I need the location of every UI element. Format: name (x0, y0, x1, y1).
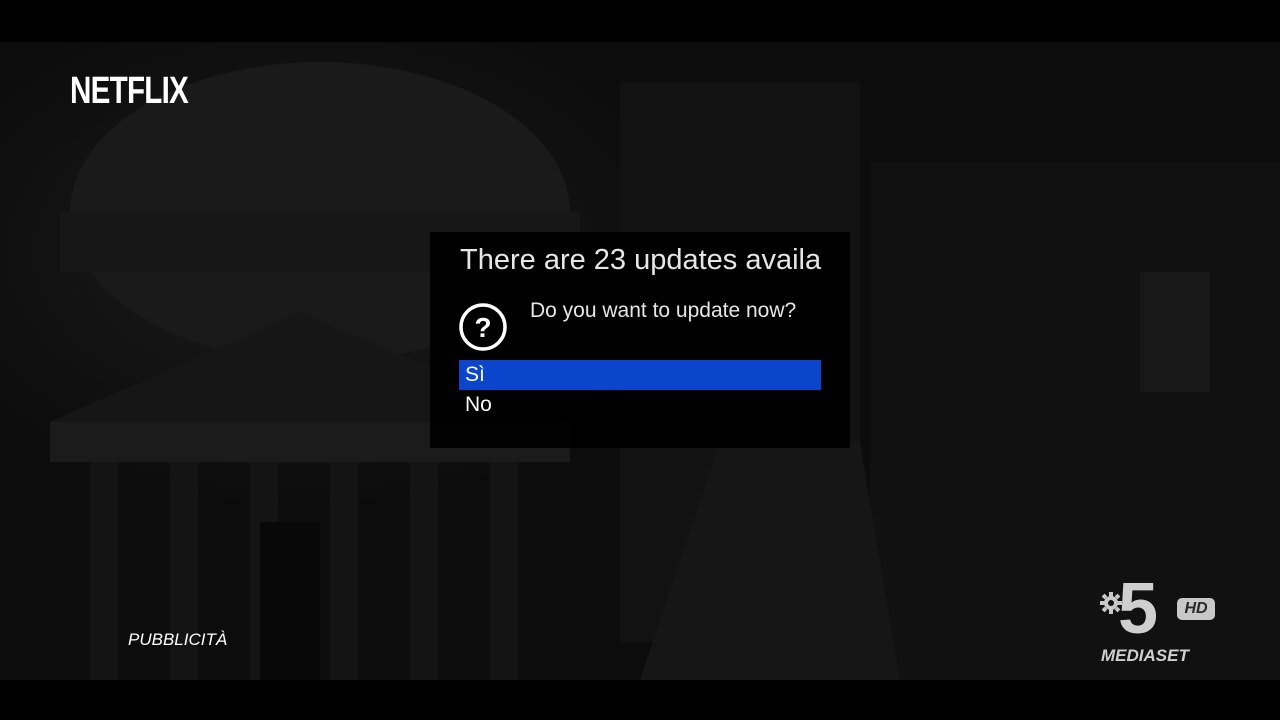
channel-logo: 5 HD MEDIASET (1098, 573, 1228, 672)
channel-number: 5 (1118, 569, 1170, 649)
option-yes[interactable]: Sì (459, 360, 821, 390)
channel-name: MEDIASET (1101, 646, 1189, 665)
update-dialog: There are 23 updates availa ? Do you wan… (430, 232, 850, 448)
channel-number-text: 5 (1118, 569, 1159, 649)
svg-text:?: ? (474, 312, 491, 343)
question-circle-icon: ? (459, 303, 507, 351)
netflix-logo: NETFLIX (70, 70, 189, 112)
dialog-title: There are 23 updates availa (460, 244, 822, 276)
letterbox-bottom (0, 680, 1280, 720)
dialog-message: Do you want to update now? (530, 299, 797, 322)
hd-badge: HD (1177, 598, 1215, 620)
advertisement-label: PUBBLICITÀ (128, 630, 228, 649)
option-no[interactable]: No (459, 390, 821, 420)
letterbox-top (0, 0, 1280, 42)
